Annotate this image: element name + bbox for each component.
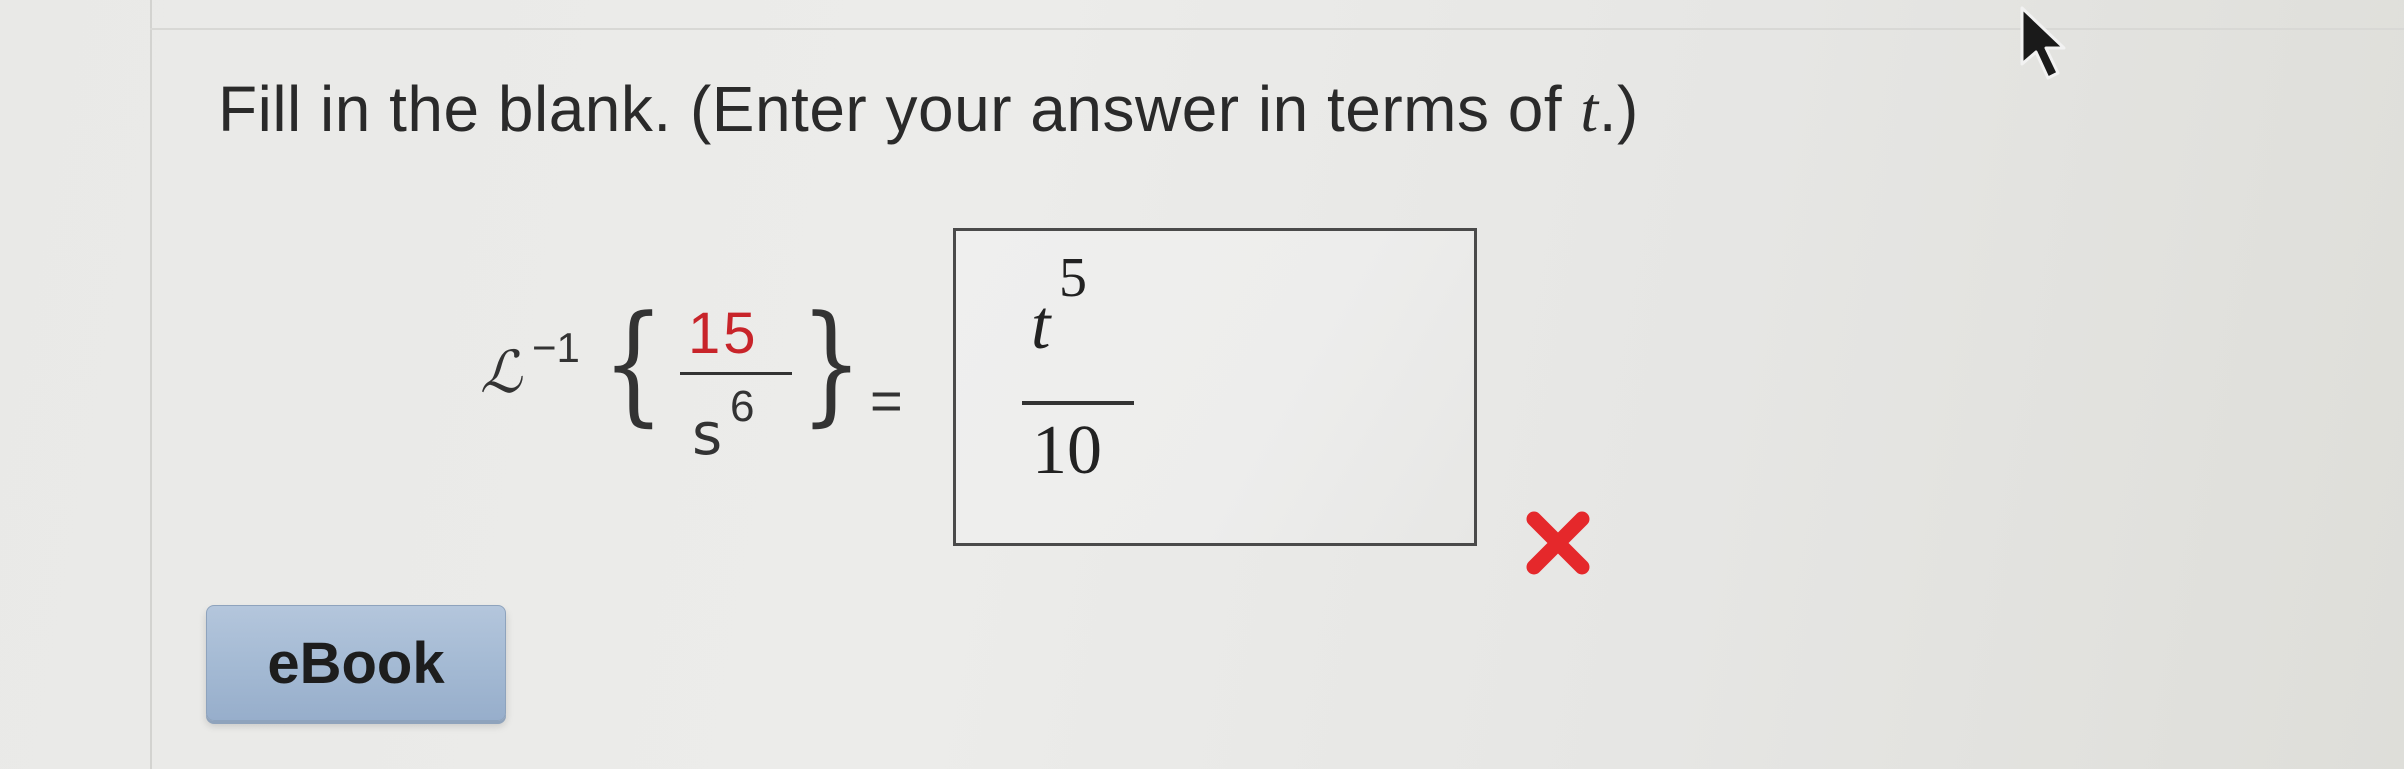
brace-open: {: [602, 287, 665, 439]
answer-fraction-bar: [1022, 401, 1134, 405]
content-left-border: [150, 0, 152, 769]
inverse-laplace-operator: ℒ: [480, 338, 522, 406]
answer-numerator-exponent: 5: [1059, 247, 1087, 309]
fraction-denominator: s 6: [692, 382, 754, 468]
prompt-text: Fill in the blank. (Enter your answer in…: [218, 73, 1581, 145]
prompt-end: .): [1598, 73, 1639, 145]
incorrect-x-icon: [1526, 511, 1590, 575]
prompt-variable: t: [1580, 74, 1599, 145]
answer-input-box[interactable]: t 5 10: [953, 228, 1477, 546]
fraction-bar: [680, 372, 792, 375]
denominator-exponent: 6: [730, 382, 755, 431]
fraction-numerator: 15: [688, 301, 759, 366]
ebook-button[interactable]: eBook: [206, 605, 506, 721]
mouse-pointer-icon: [2020, 6, 2066, 80]
answer-numerator-base: t: [1031, 287, 1051, 364]
denominator-base: s: [692, 400, 723, 468]
equals-sign: =: [870, 369, 903, 432]
answer-denominator: 10: [1032, 412, 1102, 489]
operator-exponent: −1: [532, 324, 580, 371]
brace-close: }: [800, 287, 863, 439]
answer-numerator: t 5: [1031, 247, 1087, 366]
question-prompt: Fill in the blank. (Enter your answer in…: [218, 72, 1639, 147]
ebook-button-label: eBook: [267, 630, 445, 696]
